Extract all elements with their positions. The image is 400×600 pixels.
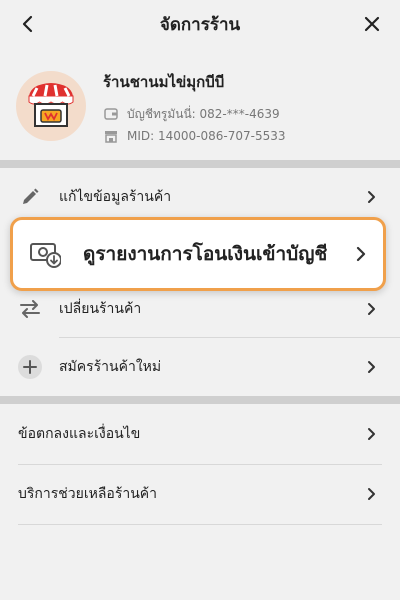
shop-summary: ร้านชานมไข่มุกบีบี บัญชีทรูมันนี่: 082-*… <box>0 48 400 160</box>
menu-item-transfer-report[interactable]: ดูรายงานการโอนเงินเข้าบัญชี <box>10 217 386 291</box>
menu-item-label: ข้อตกลงและเงื่อนไข <box>18 426 141 442</box>
chevron-right-icon <box>364 302 378 316</box>
chevron-right-icon <box>364 190 378 204</box>
account-number: บัญชีทรูมันนี่: 082-***-4639 <box>127 106 280 121</box>
top-bar: จัดการร้าน <box>0 0 400 48</box>
menu-item-terms[interactable]: ข้อตกลงและเงื่อนไข <box>0 405 400 463</box>
page-title: จัดการร้าน <box>159 14 241 35</box>
menu-item-label: ดูรายงานการโอนเงินเข้าบัญชี <box>83 243 328 265</box>
chevron-right-icon <box>364 360 378 374</box>
mid-line: MID: 14000-086-707-5533 <box>103 125 286 147</box>
close-icon <box>364 16 380 32</box>
pencil-icon <box>18 185 42 209</box>
account-line: บัญชีทรูมันนี่: 082-***-4639 <box>103 103 286 125</box>
close-button[interactable] <box>348 0 396 48</box>
swap-arrows-icon <box>18 297 42 321</box>
menu-item-support[interactable]: บริการช่วยเหลือร้านค้า <box>0 465 400 523</box>
menu-item-label: สมัครร้านค้าใหม่ <box>59 359 162 375</box>
shop-name: ร้านชานมไข่มุกบีบี <box>103 73 225 91</box>
chevron-right-icon <box>364 427 378 441</box>
chevron-right-icon <box>364 487 378 501</box>
wallet-icon <box>103 106 119 122</box>
back-button[interactable] <box>4 0 52 48</box>
cash-download-icon <box>29 238 61 270</box>
storefront-icon <box>28 83 74 127</box>
section-divider <box>0 160 400 168</box>
chevron-left-icon <box>22 15 33 33</box>
menu-item-label: บริการช่วยเหลือร้านค้า <box>18 486 158 502</box>
menu-item-label: เปลี่ยนร้านค้า <box>59 301 142 317</box>
merchant-id: MID: 14000-086-707-5533 <box>127 129 286 143</box>
menu-item-label: แก้ไขข้อมูลร้านค้า <box>59 189 172 205</box>
menu-item-register-shop[interactable]: สมัครร้านค้าใหม่ <box>0 338 400 396</box>
row-separator <box>18 524 382 525</box>
section-divider <box>0 396 400 404</box>
shop-avatar <box>16 71 86 141</box>
store-icon <box>103 128 119 144</box>
plus-circle-icon <box>18 355 42 379</box>
chevron-right-icon <box>353 246 369 262</box>
